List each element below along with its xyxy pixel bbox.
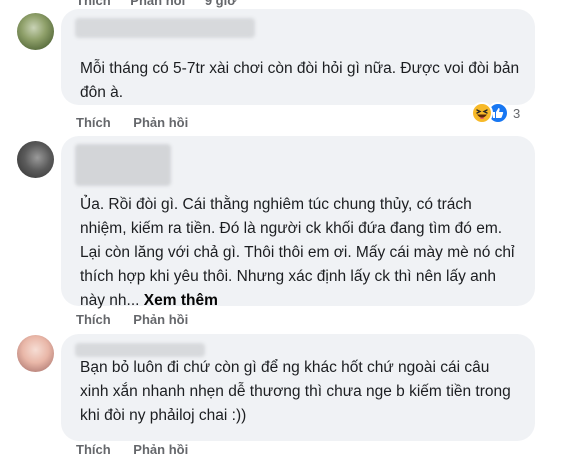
like-link[interactable]: Thích [76, 312, 111, 327]
avatar[interactable] [17, 13, 54, 50]
avatar[interactable] [17, 335, 54, 372]
see-more-link[interactable]: Xem thêm [144, 292, 218, 309]
comment-bubble: Bạn bỏ luôn đi chứ còn gì để ng khác hốt… [61, 334, 535, 441]
previous-comment-actions: Thích Phản hồi 9 giờ [76, 0, 252, 8]
haha-icon [471, 102, 493, 124]
reply-link[interactable]: Phản hồi [133, 115, 188, 130]
commenter-name-redacted [75, 144, 171, 186]
comment-text: Bạn bỏ luôn đi chứ còn gì để ng khác hốt… [80, 359, 511, 424]
comment-actions: Thích Phản hồi [76, 312, 207, 327]
comment-bubble: Ủa. Rồi đòi gì. Cái thằng nghiêm túc chu… [61, 136, 535, 309]
comment-text: Ủa. Rồi đòi gì. Cái thằng nghiêm túc chu… [80, 193, 520, 313]
comment-actions: Thích Phản hồi [76, 115, 207, 130]
like-link[interactable]: Thích [76, 0, 111, 8]
commenter-name-redacted [75, 343, 205, 357]
comment-text: Mỗi tháng có 5-7tr xài chơi còn đòi hỏi … [80, 60, 520, 101]
reply-link[interactable]: Phản hồi [130, 0, 185, 8]
like-link[interactable]: Thích [76, 442, 111, 457]
reaction-summary[interactable]: 3 [471, 100, 520, 126]
reply-link[interactable]: Phản hồi [133, 442, 188, 457]
like-link[interactable]: Thích [76, 115, 111, 130]
avatar[interactable] [17, 141, 54, 178]
commenter-name-redacted [75, 18, 255, 38]
comment-actions: Thích Phản hồi [76, 442, 207, 457]
reaction-count: 3 [513, 105, 521, 121]
comment-time[interactable]: 9 giờ [205, 0, 237, 8]
reply-link[interactable]: Phản hồi [133, 312, 188, 327]
comment-bubble: Mỗi tháng có 5-7tr xài chơi còn đòi hỏi … [61, 9, 535, 105]
page-edge [574, 0, 580, 466]
